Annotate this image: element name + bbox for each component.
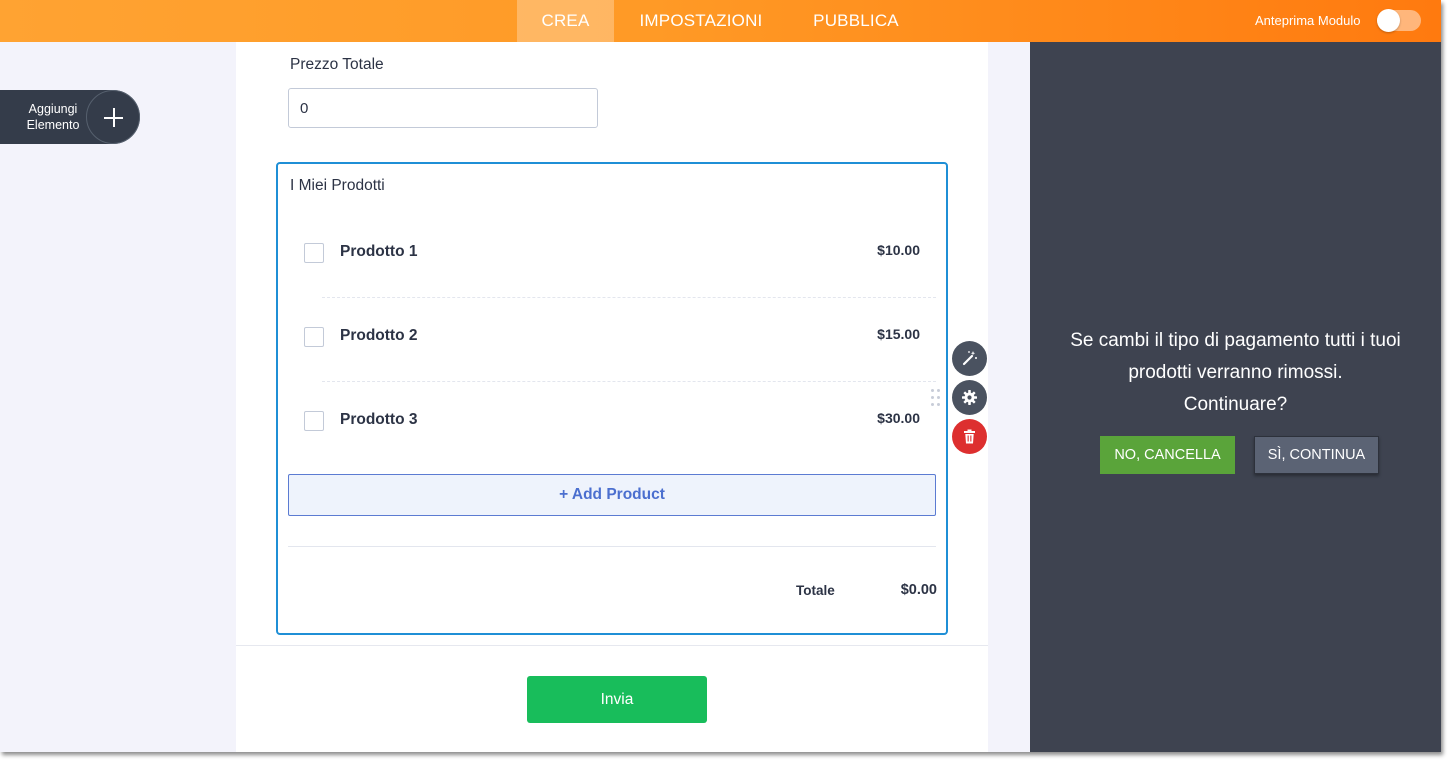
product-name: Prodotto 1: [340, 243, 418, 260]
tab-crea[interactable]: CREA: [517, 0, 614, 42]
product-checkbox[interactable]: [304, 411, 324, 431]
form-footer-divider: [236, 645, 988, 646]
total-label: Totale: [796, 583, 835, 598]
add-element-label: Aggiungi Elemento: [18, 101, 88, 133]
form-canvas: Prezzo Totale I Miei Prodotti Prodotto 1…: [236, 42, 988, 752]
dialog-message-line: Continuare?: [1183, 394, 1288, 415]
total-divider: [288, 546, 936, 547]
dialog-message-line: prodotti verranno rimossi.: [1128, 362, 1343, 383]
product-price: $30.00: [877, 410, 920, 426]
preview-form-label: Anteprima Modulo: [1255, 13, 1361, 28]
trash-icon: [964, 429, 975, 444]
plus-icon[interactable]: [86, 90, 140, 144]
product-checkbox[interactable]: [304, 327, 324, 347]
add-element-label-line1: Aggiungi: [28, 102, 78, 116]
magic-wand-icon: [962, 351, 977, 366]
add-element-label-line2: Elemento: [26, 118, 80, 132]
form-builder-window: CREA IMPOSTAZIONI PUBBLICA Anteprima Mod…: [0, 0, 1441, 752]
product-name: Prodotto 3: [340, 411, 418, 428]
settings-button[interactable]: [952, 380, 987, 415]
products-title: I Miei Prodotti: [290, 177, 385, 194]
add-product-button[interactable]: + Add Product: [288, 474, 936, 516]
submit-button[interactable]: Invia: [527, 676, 707, 723]
preview-form-toggle[interactable]: [1377, 9, 1421, 32]
drag-handle-icon[interactable]: [931, 389, 941, 409]
product-row: Prodotto 1 $10.00: [278, 232, 946, 272]
delete-button[interactable]: [952, 419, 987, 454]
total-value: $0.00: [900, 582, 937, 598]
product-price: $10.00: [877, 242, 920, 258]
continue-button[interactable]: SÌ, CONTINUA: [1254, 436, 1379, 474]
total-price-input[interactable]: [288, 88, 598, 128]
dialog-message: Se cambi il tipo di pagamento tutti i tu…: [1030, 325, 1441, 421]
top-navigation-bar: CREA IMPOSTAZIONI PUBBLICA Anteprima Mod…: [0, 0, 1441, 42]
tab-impostazioni[interactable]: IMPOSTAZIONI: [626, 0, 776, 42]
toggle-knob: [1377, 9, 1400, 32]
total-price-label: Prezzo Totale: [290, 56, 384, 73]
product-row: Prodotto 3 $30.00: [278, 400, 946, 440]
product-divider: [322, 297, 936, 298]
product-row: Prodotto 2 $15.00: [278, 316, 946, 356]
add-element-button[interactable]: Aggiungi Elemento: [0, 90, 140, 144]
magic-wand-button[interactable]: [952, 341, 987, 376]
dialog-message-line: Se cambi il tipo di pagamento tutti i tu…: [1070, 330, 1401, 351]
product-price: $15.00: [877, 326, 920, 342]
cancel-button[interactable]: NO, CANCELLA: [1100, 436, 1235, 474]
product-checkbox[interactable]: [304, 243, 324, 263]
product-divider: [322, 381, 936, 382]
product-name: Prodotto 2: [340, 327, 418, 344]
payment-change-dialog: Se cambi il tipo di pagamento tutti i tu…: [1030, 42, 1441, 752]
my-products-field[interactable]: I Miei Prodotti Prodotto 1 $10.00 Prodot…: [276, 162, 948, 635]
tab-pubblica[interactable]: PUBBLICA: [802, 0, 910, 42]
gear-icon: [962, 390, 977, 405]
